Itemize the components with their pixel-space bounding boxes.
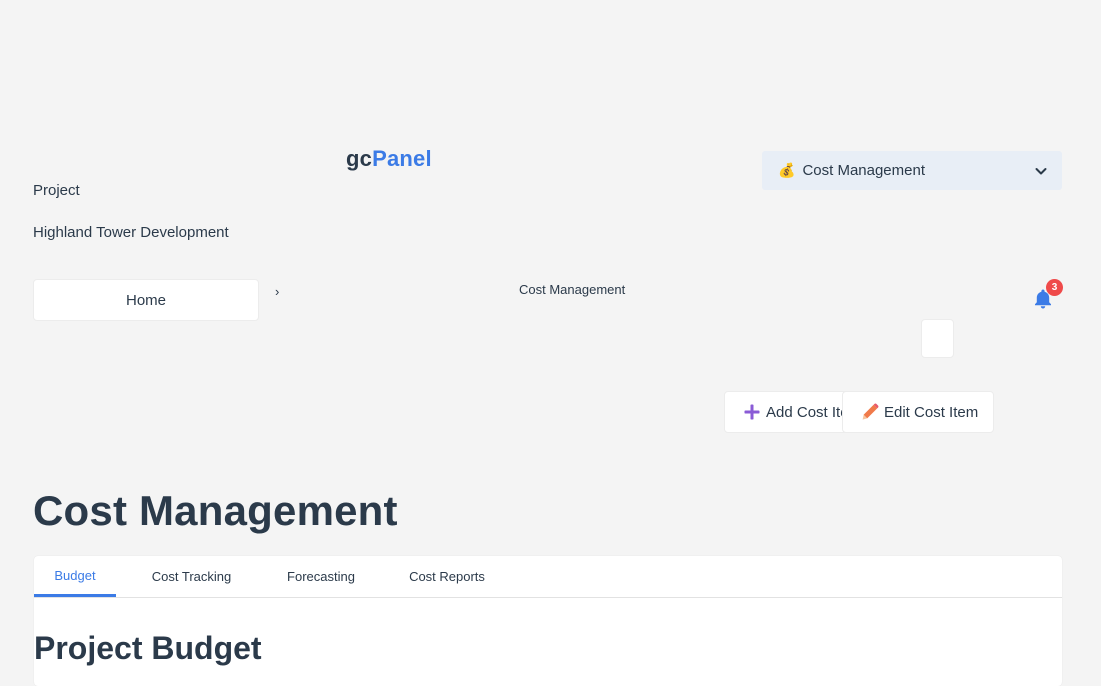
edit-cost-item-button[interactable]: Edit Cost Item [842,391,994,433]
user-menu-button[interactable] [921,319,954,358]
project-name: Highland Tower Development [33,224,229,241]
module-select-value: Cost Management [802,162,926,179]
tabs-card: Budget Cost Tracking Forecasting Cost Re… [34,556,1062,686]
logo-suffix: Panel [372,146,432,171]
add-cost-item-button[interactable]: Add Cost Item [724,391,848,433]
breadcrumb-home-button[interactable]: Home [33,279,259,321]
tab-forecasting[interactable]: Forecasting [270,556,372,597]
pencil-icon [862,403,879,420]
tab-bar: Budget Cost Tracking Forecasting Cost Re… [34,556,1062,598]
app-logo[interactable]: gcPanel [346,146,432,172]
breadcrumb-current: Cost Management [519,282,626,297]
money-bag-icon: 💰 [778,162,796,178]
breadcrumb-separator: › [275,284,280,299]
page-title: Cost Management [33,487,398,534]
add-cost-item-label: Add Cost Item [766,403,847,421]
section-title: Project Budget [34,630,262,666]
edit-cost-item-label: Edit Cost Item [884,403,979,421]
module-select[interactable]: 💰 Cost Management [762,151,1062,190]
tab-cost-tracking[interactable]: Cost Tracking [134,556,249,597]
plus-icon [744,404,760,420]
project-label: Project [33,182,80,199]
chevron-down-icon [1035,167,1047,174]
tab-cost-reports[interactable]: Cost Reports [396,556,498,597]
notification-badge: 3 [1046,279,1063,296]
logo-prefix: gc [346,146,373,171]
tab-budget[interactable]: Budget [34,556,116,597]
